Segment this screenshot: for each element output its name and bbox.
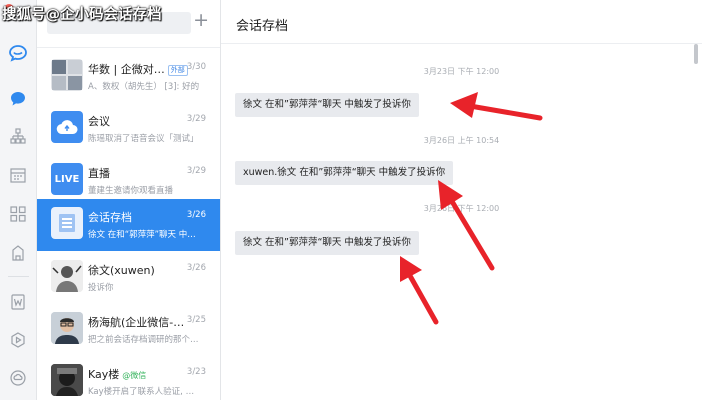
arrow-annotation	[438, 180, 495, 271]
arrow-annotation	[450, 92, 543, 121]
watermark: 搜狐号@企小码会话存档	[2, 7, 162, 23]
annotation-arrows	[400, 92, 543, 325]
arrow-annotation	[400, 256, 439, 325]
